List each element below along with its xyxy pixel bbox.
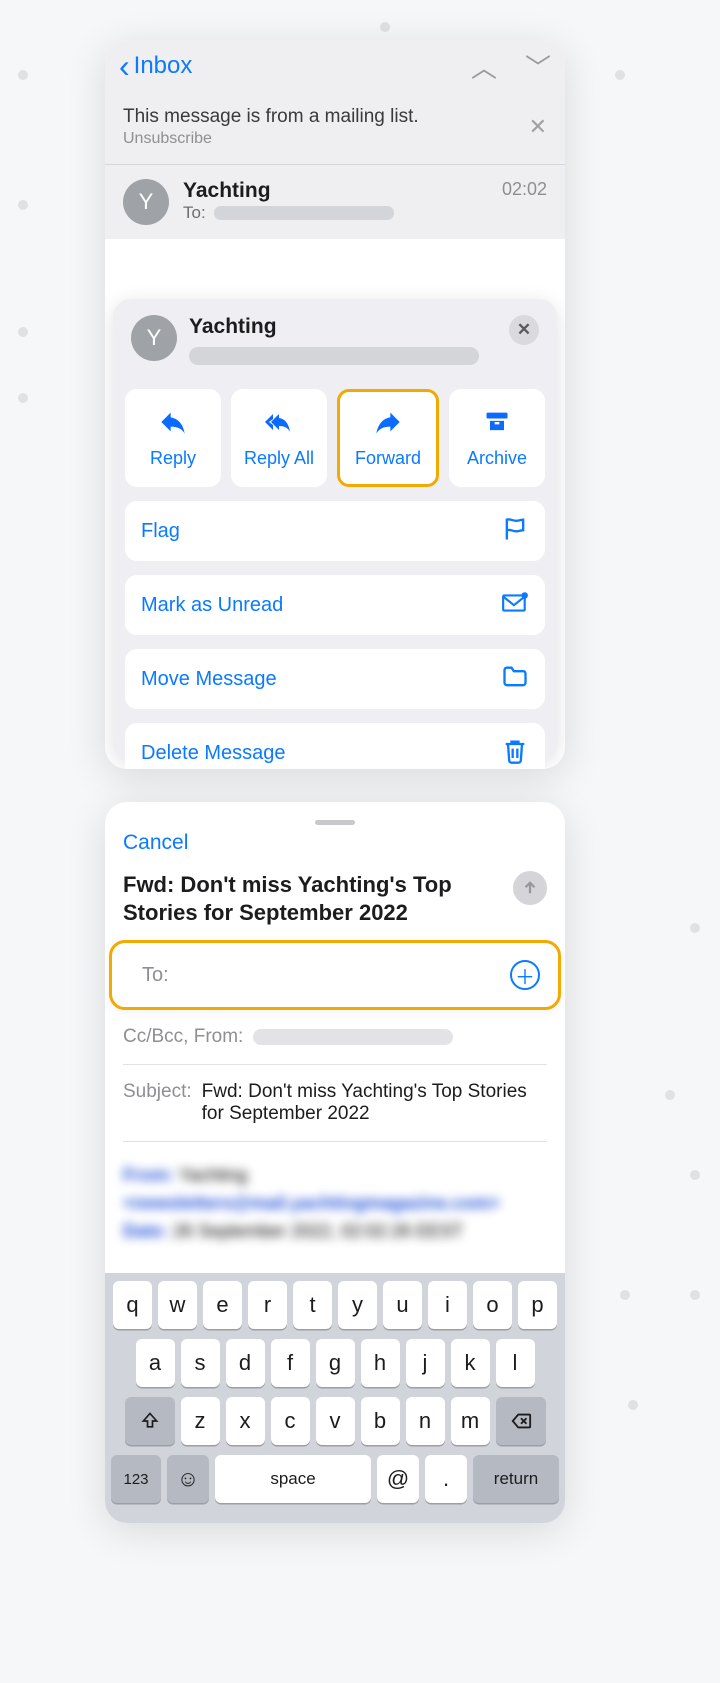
cancel-button[interactable]: Cancel — [123, 831, 547, 855]
key-f[interactable]: f — [271, 1339, 310, 1387]
shift-key[interactable] — [125, 1397, 175, 1445]
key-x[interactable]: x — [226, 1397, 265, 1445]
key-e[interactable]: e — [203, 1281, 242, 1329]
return-key[interactable]: return — [473, 1455, 559, 1503]
delete-message-label: Delete Message — [141, 742, 286, 765]
send-button[interactable] — [513, 871, 547, 905]
move-message-label: Move Message — [141, 668, 277, 691]
close-icon[interactable]: ✕ — [509, 315, 539, 345]
mailing-list-label: This message is from a mailing list. — [123, 106, 419, 128]
subject-redacted — [189, 347, 479, 365]
back-chevron-icon[interactable]: ‹ — [119, 50, 130, 82]
message-time: 02:02 — [502, 179, 547, 200]
reply-all-button[interactable]: Reply All — [231, 389, 327, 487]
key-b[interactable]: b — [361, 1397, 400, 1445]
forward-icon — [374, 408, 402, 442]
key-q[interactable]: q — [113, 1281, 152, 1329]
flag-label: Flag — [141, 520, 180, 543]
mark-unread-label: Mark as Unread — [141, 594, 283, 617]
key-g[interactable]: g — [316, 1339, 355, 1387]
forward-label: Forward — [355, 448, 421, 469]
archive-label: Archive — [467, 448, 527, 469]
reply-all-label: Reply All — [244, 448, 314, 469]
key-o[interactable]: o — [473, 1281, 512, 1329]
to-label: To: — [183, 203, 206, 223]
avatar: Y — [131, 315, 177, 361]
archive-button[interactable]: Archive — [449, 389, 545, 487]
key-z[interactable]: z — [181, 1397, 220, 1445]
ccbcc-field[interactable]: Cc/Bcc, From: — [123, 1010, 547, 1065]
ccbcc-label: Cc/Bcc, From: — [123, 1026, 243, 1048]
key-r[interactable]: r — [248, 1281, 287, 1329]
key-k[interactable]: k — [451, 1339, 490, 1387]
numbers-key[interactable]: 123 — [111, 1455, 161, 1503]
key-v[interactable]: v — [316, 1397, 355, 1445]
subject-label: Subject: — [123, 1081, 192, 1103]
move-message-row[interactable]: Move Message — [125, 649, 545, 709]
subject-value: Fwd: Don't miss Yachting's Top Stories f… — [202, 1081, 547, 1125]
reply-label: Reply — [150, 448, 196, 469]
unsubscribe-link[interactable]: Unsubscribe — [123, 130, 419, 148]
to-field[interactable]: To: ＋ — [109, 940, 561, 1010]
close-icon[interactable]: ✕ — [529, 114, 547, 140]
key-d[interactable]: d — [226, 1339, 265, 1387]
compose-subject-title: Fwd: Don't miss Yachting's Top Stories f… — [123, 871, 503, 926]
key-i[interactable]: i — [428, 1281, 467, 1329]
from-redacted — [253, 1029, 453, 1045]
avatar: Y — [123, 179, 169, 225]
next-message-icon[interactable]: ﹀ — [525, 48, 551, 85]
key-h[interactable]: h — [361, 1339, 400, 1387]
message-header: Y Yachting To: 02:02 — [105, 165, 565, 239]
flag-icon — [501, 515, 529, 548]
key-a[interactable]: a — [136, 1339, 175, 1387]
folder-icon — [501, 663, 529, 696]
dot-key[interactable]: . — [425, 1455, 467, 1503]
sender-name: Yachting — [183, 179, 394, 203]
action-sheet: Y Yachting ✕ Reply Reply All — [113, 299, 557, 761]
forward-button[interactable]: Forward — [337, 389, 439, 487]
flag-row[interactable]: Flag — [125, 501, 545, 561]
to-redacted — [214, 206, 394, 220]
space-key[interactable]: space — [215, 1455, 371, 1503]
at-key[interactable]: @ — [377, 1455, 419, 1503]
delete-message-row[interactable]: Delete Message — [125, 723, 545, 769]
trash-icon — [501, 737, 529, 770]
reply-icon — [159, 408, 187, 442]
key-l[interactable]: l — [496, 1339, 535, 1387]
key-t[interactable]: t — [293, 1281, 332, 1329]
reply-all-icon — [265, 408, 293, 442]
sender-name: Yachting — [189, 315, 479, 339]
mark-unread-row[interactable]: Mark as Unread — [125, 575, 545, 635]
key-m[interactable]: m — [451, 1397, 490, 1445]
archive-icon — [483, 408, 511, 442]
to-label: To: — [142, 964, 169, 987]
emoji-key[interactable]: ☺ — [167, 1455, 209, 1503]
key-s[interactable]: s — [181, 1339, 220, 1387]
envelope-icon — [501, 589, 529, 622]
key-p[interactable]: p — [518, 1281, 557, 1329]
navbar: ‹ Inbox ︿ ﹀ — [105, 40, 565, 92]
reply-button[interactable]: Reply — [125, 389, 221, 487]
key-j[interactable]: j — [406, 1339, 445, 1387]
key-u[interactable]: u — [383, 1281, 422, 1329]
key-w[interactable]: w — [158, 1281, 197, 1329]
delete-key[interactable] — [496, 1397, 546, 1445]
compose-screen: Cancel Fwd: Don't miss Yachting's Top St… — [105, 802, 565, 1523]
add-contact-icon[interactable]: ＋ — [510, 960, 540, 990]
compose-body[interactable]: From: Yachting <newsletters@mail.yachtin… — [123, 1162, 547, 1282]
key-n[interactable]: n — [406, 1397, 445, 1445]
key-c[interactable]: c — [271, 1397, 310, 1445]
sheet-grabber[interactable] — [315, 820, 355, 825]
mailing-list-banner: This message is from a mailing list. Uns… — [105, 92, 565, 165]
back-button[interactable]: Inbox — [134, 52, 193, 80]
key-y[interactable]: y — [338, 1281, 377, 1329]
prev-message-icon[interactable]: ︿ — [471, 48, 497, 85]
keyboard: qwertyuiop asdfghjkl zxcvbnm 123 ☺ space… — [105, 1273, 565, 1523]
subject-field[interactable]: Subject: Fwd: Don't miss Yachting's Top … — [123, 1065, 547, 1142]
mail-message-screen: ‹ Inbox ︿ ﹀ This message is from a maili… — [105, 40, 565, 769]
